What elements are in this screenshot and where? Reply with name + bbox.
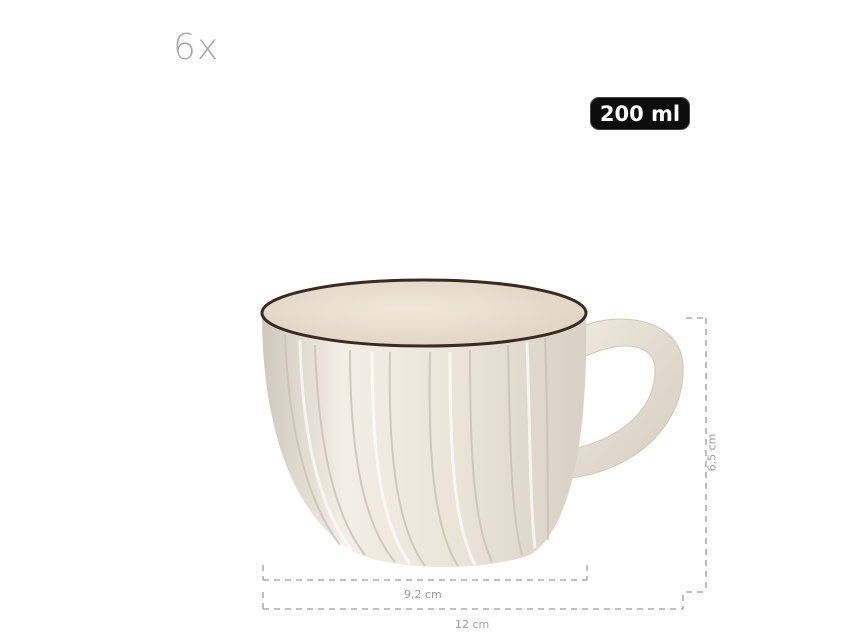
cup-photo	[260, 278, 707, 610]
outer-width-label: 12 cm	[455, 618, 490, 631]
inner-width-label: 9,2 cm	[404, 588, 442, 601]
height-label: 6,5 cm	[705, 433, 719, 472]
cup-body	[262, 315, 587, 568]
cup-rim	[260, 278, 588, 348]
